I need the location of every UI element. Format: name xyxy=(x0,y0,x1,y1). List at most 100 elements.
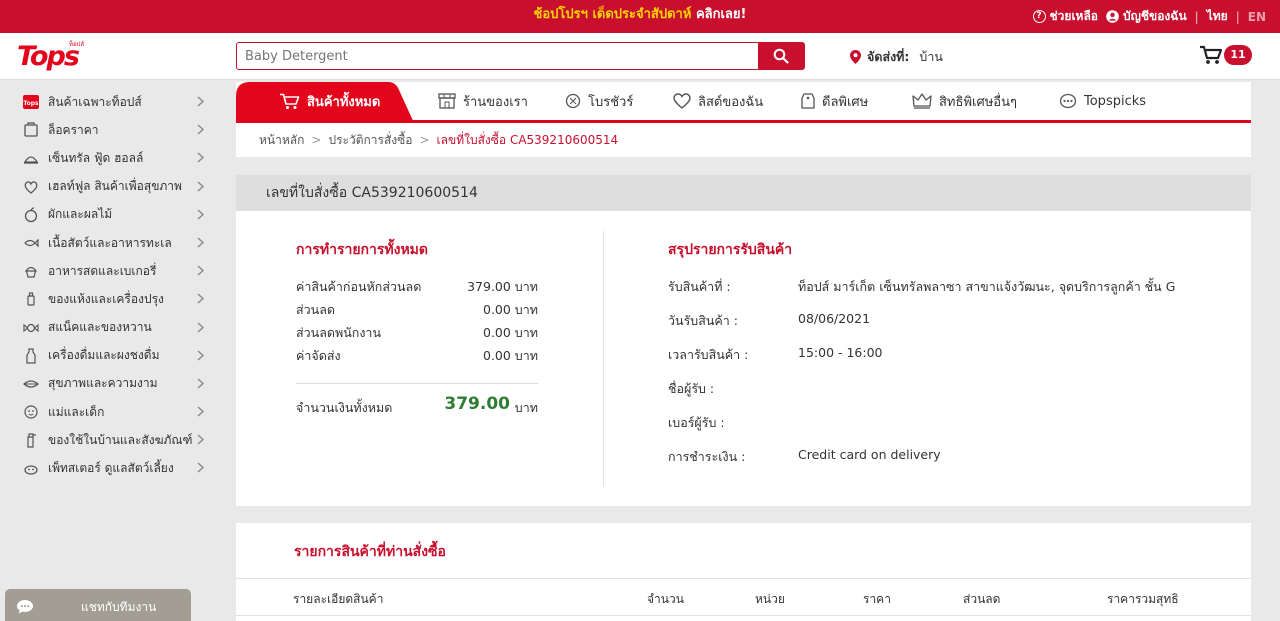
column-header: ราคา xyxy=(863,592,891,606)
search-input[interactable] xyxy=(237,43,757,69)
tab-label: โบรชัวร์ xyxy=(588,94,634,110)
chevron-right-icon xyxy=(197,124,204,135)
chevron-right-icon xyxy=(197,293,204,304)
tab-label: Topspicks xyxy=(1084,93,1147,109)
account-link[interactable]: บัญชีของฉัน xyxy=(1106,7,1187,26)
pickup-row-time: เวลารับสินค้า : 15:00 - 16:00 xyxy=(668,345,883,362)
user-icon xyxy=(1106,10,1119,23)
sidebar-item-price-lock[interactable]: ล็อคราคา xyxy=(0,116,220,144)
sidebar-item-mom-baby[interactable]: แม่และเด็ก xyxy=(0,398,220,426)
chevron-right-icon xyxy=(197,350,204,361)
tag-icon xyxy=(801,92,815,109)
apple-icon xyxy=(22,206,40,224)
sidebar-item-label: เนื้อสัตว์และอาหารทะเล xyxy=(48,235,172,250)
breadcrumb-current: เลขที่ใบสั่งซื้อ CA539210600514 xyxy=(436,132,619,147)
sidebar-item-fresh-bakery[interactable]: อาหารสดและเบเกอรี่ xyxy=(0,257,220,285)
topspicks-icon xyxy=(1059,93,1077,109)
top-links: ? ช่วยเหลือ บัญชีของฉัน | ไทย | EN xyxy=(1032,0,1266,33)
lang-th-button[interactable]: ไทย xyxy=(1207,7,1228,26)
search-button[interactable] xyxy=(758,43,804,69)
summary-row-staff-discount: ส่วนลดพนักงาน 0.00 บาท xyxy=(296,325,538,340)
promo-highlight[interactable]: ช้อปโปรฯ เด็ดประจำสัปดาห์ xyxy=(534,7,692,22)
column-header: รายละเอียดสินค้า xyxy=(293,592,384,606)
tab-label: ร้านของเรา xyxy=(463,94,528,110)
column-header: จำนวน xyxy=(647,592,684,606)
sidebar-item-household[interactable]: ของใช้ในบ้านและสังฆภัณฑ์ xyxy=(0,426,220,454)
help-label: ช่วยเหลือ xyxy=(1049,9,1099,23)
main-nav: สินค้าทั้งหมด ร้านของเรา โบรชัวร์ ลิสต์ข… xyxy=(236,82,1251,123)
sidebar-item-label: เฮลท์ฟูล สินค้าเพื่อสุขภาพ xyxy=(48,179,182,194)
condiment-icon xyxy=(22,290,40,308)
order-detail-card: เลขที่ใบสั่งซื้อ CA539210600514 การทำราย… xyxy=(236,175,1251,506)
baby-icon xyxy=(22,403,40,421)
sidebar-item-label: ของแห้งและเครื่องปรุง xyxy=(48,291,164,306)
candy-icon xyxy=(22,319,40,337)
tops-exclusive-icon: Tops xyxy=(22,93,40,111)
sidebar-item-label: สแน็คและของหวาน xyxy=(48,320,152,335)
summary-title: การทำรายการทั้งหมด xyxy=(296,242,429,258)
logo-tagline: ท็อปส์ xyxy=(69,41,85,48)
healthful-icon xyxy=(22,178,40,196)
breadcrumb-history-link[interactable]: ประวัติการสั่งซื้อ xyxy=(328,131,412,150)
tab-other-privileges[interactable]: สิทธิพิเศษอื่นๆ xyxy=(912,82,1017,120)
breadcrumb-home-link[interactable]: หน้าหลัก xyxy=(259,131,304,150)
summary-total: จำนวนเงินทั้งหมด 379.00 บาท xyxy=(296,383,538,423)
sidebar-item-beverages[interactable]: เครื่องดื่มและผงชงดื่ม xyxy=(0,342,220,370)
ordered-items-card: รายการสินค้าที่ท่านสั่งซื้อ รายละเอียดสิ… xyxy=(236,523,1251,621)
total-unit: บาท xyxy=(514,400,538,415)
breadcrumb-separator: > xyxy=(419,133,430,147)
cart-icon xyxy=(280,93,300,109)
chat-label: แชทกับทีมงาน xyxy=(81,599,157,614)
site-header: Tops ท็อปส์ จัดส่งที่: บ้าน 11 xyxy=(0,33,1280,80)
tab-my-list[interactable]: ลิสต์ของฉัน xyxy=(673,82,763,120)
help-link[interactable]: ? ช่วยเหลือ xyxy=(1032,7,1099,26)
sidebar-item-label: สุขภาพและความงาม xyxy=(48,376,158,391)
pickup-title: สรุปรายการรับสินค้า xyxy=(668,242,793,258)
cart-icon xyxy=(1200,45,1222,64)
sidebar-item-fruits-vegetables[interactable]: ผักและผลไม้ xyxy=(0,201,220,229)
cart-button[interactable]: 11 xyxy=(1200,45,1252,65)
column-header: ราคารวมสุทธิ xyxy=(1107,592,1179,606)
sidebar-item-dry-goods[interactable]: ของแห้งและเครื่องปรุง xyxy=(0,285,220,313)
chevron-right-icon xyxy=(197,237,204,248)
sidebar-item-health-beauty[interactable]: สุขภาพและความงาม xyxy=(0,370,220,398)
column-header: หน่วย xyxy=(755,592,785,606)
tab-special-deals[interactable]: ดีลพิเศษ xyxy=(801,82,868,120)
chat-with-staff-button[interactable]: แชทกับทีมงาน xyxy=(5,589,191,621)
store-icon xyxy=(438,93,456,109)
sidebar-item-food-hall[interactable]: เซ็นทรัล ฟู้ด ฮอลล์ xyxy=(0,144,220,172)
sidebar-item-tops-exclusive[interactable]: Tops สินค้าเฉพาะท็อปส์ xyxy=(0,88,220,116)
tab-topspicks[interactable]: Topspicks xyxy=(1059,82,1146,120)
pickup-row-payment: การชำระเงิน : Credit card on delivery xyxy=(668,447,941,464)
tab-our-stores[interactable]: ร้านของเรา xyxy=(438,82,528,120)
search-icon xyxy=(773,48,789,64)
tab-label: สิทธิพิเศษอื่นๆ xyxy=(939,94,1017,110)
sidebar-item-pet-care[interactable]: เพ็ทสเตอร์ ดูแลสัตว์เลี้ยง xyxy=(0,454,220,482)
price-lock-icon xyxy=(22,121,40,139)
sidebar-item-healthful[interactable]: เฮลท์ฟูล สินค้าเพื่อสุขภาพ xyxy=(0,173,220,201)
tops-logo[interactable]: Tops ท็อปส์ xyxy=(17,41,85,73)
sidebar-item-meat-seafood[interactable]: เนื้อสัตว์และอาหารทะเล xyxy=(0,229,220,257)
spray-bottle-icon xyxy=(22,431,40,449)
category-sidebar: Tops สินค้าเฉพาะท็อปส์ ล็อคราคา เซ็นทรัล… xyxy=(0,88,220,483)
pickup-row-recipient-phone: เบอร์ผู้รับ : xyxy=(668,415,725,430)
sidebar-item-label: เซ็นทรัล ฟู้ด ฮอลล์ xyxy=(48,150,144,165)
tab-brochure[interactable]: โบรชัวร์ xyxy=(565,82,633,120)
lips-icon xyxy=(22,375,40,393)
fish-icon xyxy=(22,234,40,252)
help-icon: ? xyxy=(1032,10,1046,23)
food-hall-icon xyxy=(22,149,40,167)
sidebar-item-snacks-sweets[interactable]: สแน็คและของหวาน xyxy=(0,314,220,342)
tab-all-products[interactable]: สินค้าทั้งหมด xyxy=(280,82,380,120)
chevron-right-icon xyxy=(197,462,204,473)
chevron-right-icon xyxy=(197,209,204,220)
account-label: บัญชีของฉัน xyxy=(1123,9,1187,23)
breadcrumb: หน้าหลัก > ประวัติการสั่งซื้อ > เลขที่ใบ… xyxy=(236,123,1251,157)
link-separator: | xyxy=(1194,9,1199,24)
sidebar-item-label: อาหารสดและเบเกอรี่ xyxy=(48,263,157,278)
delivery-selector[interactable]: จัดส่งที่: บ้าน xyxy=(850,47,943,67)
promo-cta-link[interactable]: คลิกเลย! xyxy=(696,7,747,22)
items-title: รายการสินค้าที่ท่านสั่งซื้อ xyxy=(294,544,446,560)
svg-text:Tops: Tops xyxy=(23,100,39,107)
lang-en-button[interactable]: EN xyxy=(1248,10,1266,24)
